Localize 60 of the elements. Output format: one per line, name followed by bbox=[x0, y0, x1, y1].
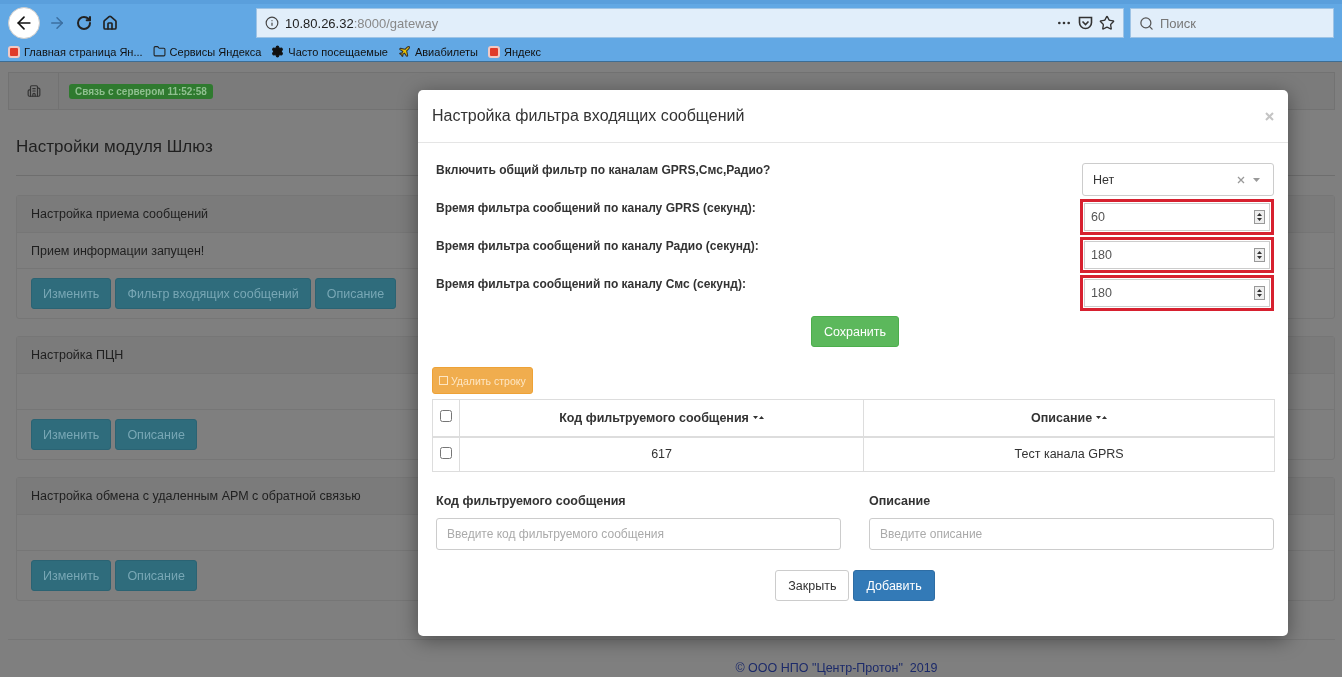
number-field[interactable]: 60 bbox=[1084, 203, 1270, 231]
bookmark-link[interactable]: Часто посещаемые bbox=[271, 45, 388, 58]
select-field[interactable]: Нет bbox=[1082, 163, 1274, 196]
reload-button[interactable] bbox=[74, 13, 94, 33]
panel-title: Настройка обмена с удаленным АРМ с обратной связью bbox=[31, 489, 361, 503]
plane-icon bbox=[397, 45, 411, 58]
footer-copyright: © ООО НПО "Центр-Протон" 2019 bbox=[735, 661, 938, 675]
search-icon bbox=[1139, 15, 1154, 31]
column-header[interactable]: Описание bbox=[1030, 410, 1093, 425]
bookmark-link[interactable]: Главная страница Ян... bbox=[8, 45, 143, 58]
bookmark-link[interactable]: Авиабилеты bbox=[397, 45, 478, 58]
pocket-icon[interactable] bbox=[1078, 16, 1093, 30]
folder-icon bbox=[152, 45, 166, 58]
setting-label: Включить общий фильтр по каналам GPRS,Смс,Радио? bbox=[436, 163, 771, 177]
home-button[interactable] bbox=[100, 13, 120, 33]
dialog-title: Настройка фильтра входящих сообщений bbox=[432, 107, 745, 125]
gear-icon bbox=[271, 45, 285, 58]
number-field[interactable]: 180 bbox=[1084, 241, 1270, 269]
panel-title: Настройка приема сообщений bbox=[31, 207, 209, 221]
input-field[interactable]: Введите код фильтруемого сообщения bbox=[436, 518, 841, 550]
status-badge: Связь с сервером 11:52:58 bbox=[69, 83, 213, 99]
sort-icon[interactable] bbox=[1096, 414, 1108, 422]
setting-label: Время фильтра сообщений по каналу Радио (секунд): bbox=[436, 239, 759, 253]
select-all-checkbox[interactable] bbox=[440, 410, 452, 423]
url-host: 10.80.26.32 bbox=[285, 15, 354, 31]
back-button[interactable] bbox=[8, 7, 40, 39]
row-checkbox[interactable] bbox=[440, 446, 452, 459]
search-field[interactable]: Поиск bbox=[1130, 8, 1334, 38]
table-cell: 617 bbox=[459, 436, 864, 472]
close-dialog-button[interactable]: Закрыть bbox=[775, 570, 850, 601]
home-icon bbox=[102, 15, 118, 31]
logo-icon bbox=[487, 45, 500, 58]
star-icon[interactable] bbox=[1099, 15, 1115, 31]
table-cell: Тест канала GPRS bbox=[863, 436, 1275, 472]
panel-text: Прием информации запущен! bbox=[31, 243, 205, 258]
sort-icon[interactable] bbox=[752, 414, 764, 422]
field-label: Код фильтруемого сообщения bbox=[436, 494, 627, 508]
add-button[interactable]: Добавить bbox=[853, 570, 935, 601]
info-icon[interactable] bbox=[265, 16, 279, 30]
clear-icon[interactable] bbox=[1237, 175, 1245, 184]
panel-title: Настройка ПЦН bbox=[31, 348, 124, 362]
setting-label: Время фильтра сообщений по каналу GPRS (секунд): bbox=[436, 201, 756, 215]
number-field[interactable]: 180 bbox=[1084, 279, 1270, 307]
column-header[interactable]: Код фильтруемого сообщения bbox=[559, 410, 749, 425]
spinner-icon[interactable] bbox=[1254, 286, 1265, 300]
logo-icon bbox=[8, 45, 20, 58]
input-field[interactable]: Введите описание bbox=[869, 518, 1274, 550]
url-path: :8000/gateway bbox=[353, 15, 439, 31]
forward-icon bbox=[48, 14, 66, 32]
address-bar[interactable]: 10.80.26.32:8000/gateway bbox=[256, 8, 1124, 38]
spinner-icon[interactable] bbox=[1254, 248, 1265, 262]
field-label: Описание bbox=[869, 494, 932, 508]
square-icon bbox=[439, 376, 448, 385]
spinner-icon[interactable] bbox=[1254, 210, 1265, 224]
setting-label: Время фильтра сообщений по каналу Смс (секунд): bbox=[436, 277, 746, 291]
bookmark-link[interactable]: Сервисы Яндекса bbox=[152, 45, 262, 58]
reload-icon bbox=[76, 15, 92, 31]
bookmark-link[interactable]: Яндекс bbox=[487, 45, 541, 58]
building-icon bbox=[26, 84, 41, 98]
page-title: Настройки модуля Шлюз bbox=[16, 137, 214, 157]
